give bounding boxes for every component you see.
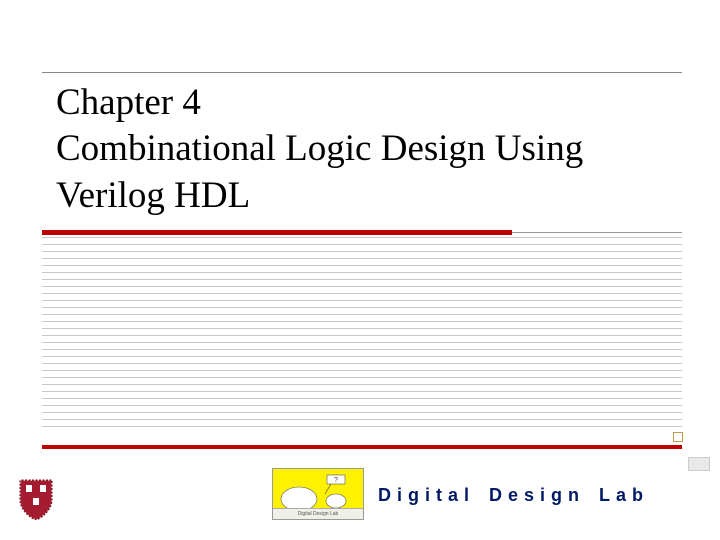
lab-text-content: DigitalDesignLab: [378, 485, 649, 505]
footer-divider-red: [42, 445, 682, 449]
slide: Chapter 4 Combinational Logic Design Usi…: [0, 0, 720, 540]
shield-crest-icon: [18, 478, 54, 520]
slide-title: Chapter 4 Combinational Logic Design Usi…: [56, 80, 660, 227]
svg-text:?: ?: [334, 477, 338, 484]
bullet-box-icon: [673, 432, 683, 442]
title-underline-gray-ext: [512, 232, 682, 233]
page-corner-decoration: [688, 457, 710, 471]
lab-logo-icon: ? Digital Design Lab: [272, 468, 364, 520]
logo-caption: Digital Design Lab: [273, 509, 363, 519]
title-line-2: Combinational Logic Design Using: [56, 126, 660, 172]
title-underline-red: [42, 230, 512, 235]
footer-lab-text: DigitalDesignLab: [378, 485, 649, 506]
title-line-3: Verilog HDL: [56, 173, 660, 219]
top-divider-line: [42, 72, 682, 73]
title-line-1: Chapter 4: [56, 80, 660, 126]
footer: ? Digital Design Lab DigitalDesignLab: [0, 445, 720, 540]
